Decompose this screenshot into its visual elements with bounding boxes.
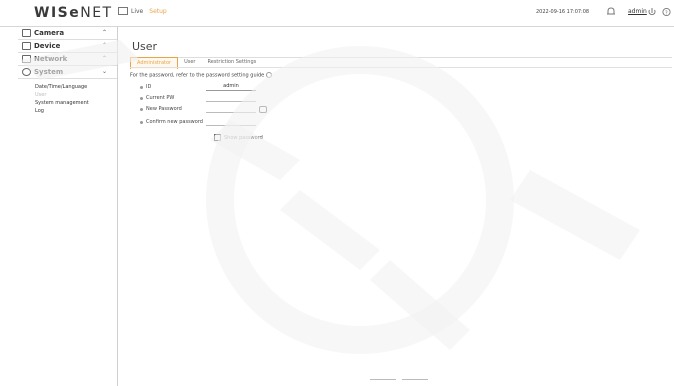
sidebar-item-device[interactable]: Device ⌃ [18,40,117,53]
camera-icon [22,29,31,37]
system-icon [22,68,31,76]
setup-tab[interactable]: Setup [149,8,166,15]
current-password-row: Current PW [140,94,256,102]
sidebar-item-label: System [34,68,64,76]
submenu-user[interactable]: User [35,91,117,99]
submenu-date-time-language[interactable]: Date/Time/Language [35,83,117,91]
device-icon [22,42,31,50]
id-label: ID [146,84,152,90]
notification-icon[interactable] [606,7,616,17]
password-hint: For the password, refer to the password … [130,72,273,79]
show-password-checkbox[interactable] [214,134,221,141]
bullet-icon [140,107,143,111]
new-password-row: New Password [140,105,267,113]
help-icon[interactable]: ? [662,7,671,17]
sidebar-item-label: Device [34,42,61,50]
tabs-divider [130,67,672,68]
wisenet-logo: WISeNET [34,5,113,21]
bullet-icon [140,96,143,100]
sidebar-item-network[interactable]: Network ⌃ [18,53,117,66]
id-value: admin [206,83,256,91]
sidebar-item-system[interactable]: System ⌄ [18,66,117,79]
monitor-icon [118,7,128,15]
chevron-up-icon: ⌃ [101,42,107,49]
mode-switch: Live Setup [118,7,167,15]
submenu-system-management[interactable]: System management [35,99,117,107]
live-tab[interactable]: Live [131,8,143,15]
sidebar-item-label: Network [34,55,68,63]
apply-button[interactable] [370,379,396,383]
bullet-icon [140,85,143,89]
sidebar-item-label: Camera [34,29,65,37]
id-row: ID admin [140,83,256,91]
show-password-option[interactable]: Show password [214,134,263,141]
current-password-input[interactable] [206,94,256,102]
show-password-label: Show password [224,134,263,141]
info-icon[interactable] [266,72,273,78]
network-icon [22,55,31,63]
svg-text:?: ? [665,10,668,16]
new-password-input[interactable] [206,105,256,113]
password-hint-text: For the password, refer to the password … [130,72,265,79]
password-guide-icon[interactable] [259,105,267,113]
submenu-log[interactable]: Log [35,107,117,115]
chevron-down-icon: ⌄ [101,68,107,75]
bullet-icon [140,120,143,124]
top-bar: WISeNET Live Setup 2022-09-16 17:07:08 a… [0,0,674,27]
chevron-up-icon: ⌃ [101,29,107,36]
main-panel: User Administrator User Restriction Sett… [118,27,674,386]
cancel-button[interactable] [402,379,428,383]
page-title: User [132,40,158,53]
current-password-label: Current PW [146,95,175,101]
user-account-link[interactable]: admin [628,8,647,15]
sidebar: Camera ⌃ Device ⌃ Network ⌃ System ⌄ Dat… [18,27,118,386]
new-password-label: New Password [146,106,182,112]
datetime-display: 2022-09-16 17:07:08 [536,9,590,15]
confirm-password-row: Confirm new password [140,118,256,126]
chevron-up-icon: ⌃ [101,55,107,62]
bottom-actions [370,379,428,383]
system-submenu: Date/Time/Language User System managemen… [18,79,117,115]
confirm-password-input[interactable] [206,118,256,126]
sidebar-item-camera[interactable]: Camera ⌃ [18,27,117,40]
confirm-password-label: Confirm new password [146,119,203,125]
logout-icon[interactable] [648,7,656,17]
